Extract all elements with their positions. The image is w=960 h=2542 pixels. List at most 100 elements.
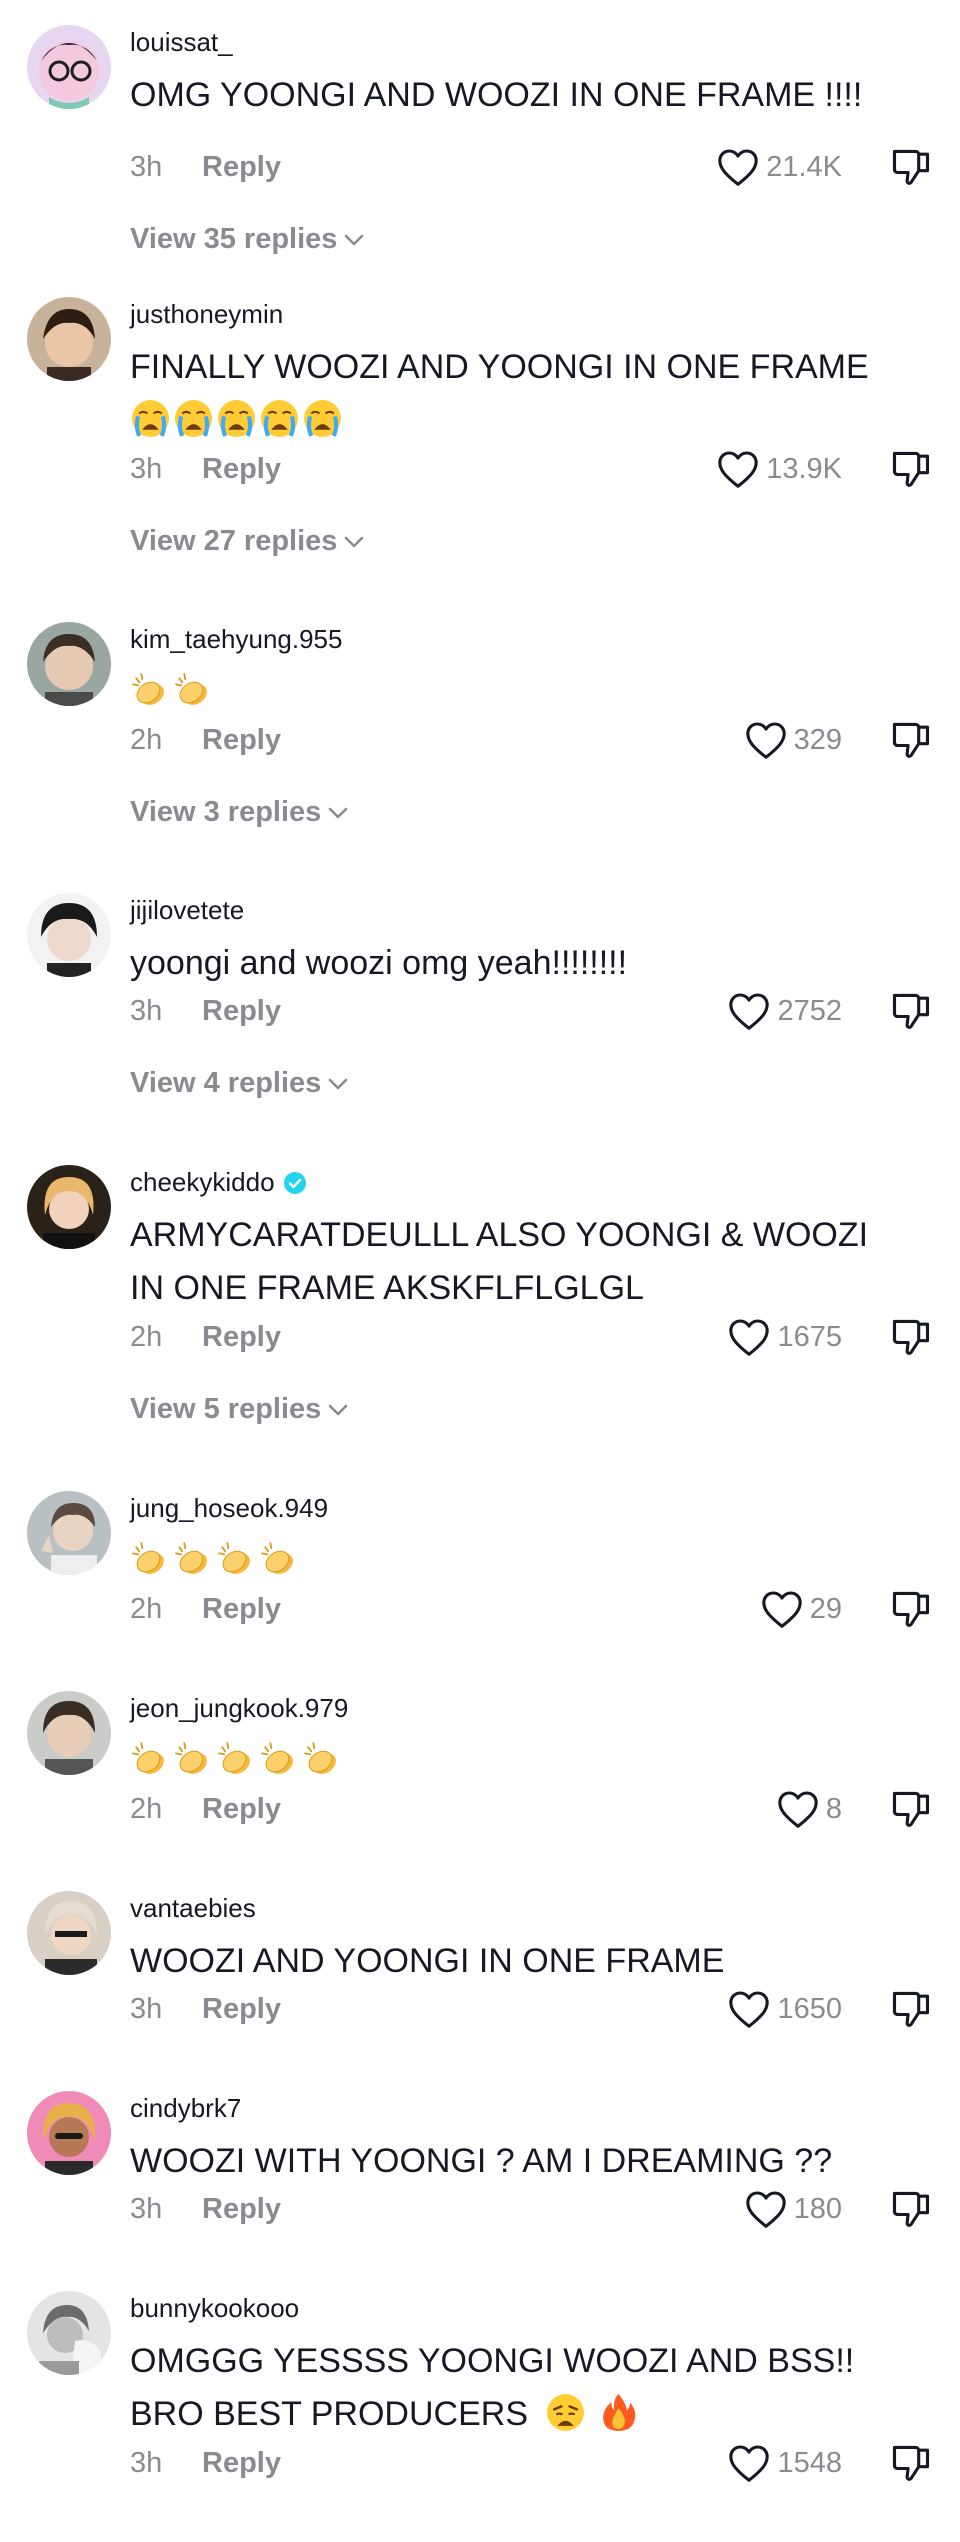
dislike-button[interactable]: [889, 989, 933, 1033]
thumbs-down-icon: [889, 1587, 933, 1631]
clapping-hands-emoji: [216, 1539, 257, 1580]
heart-icon: [776, 1789, 820, 1829]
emoji-row: [130, 1735, 910, 1780]
like-button[interactable]: 2752: [727, 989, 842, 1033]
dislike-button[interactable]: [889, 447, 933, 491]
view-replies-button[interactable]: View 3 replies: [130, 796, 349, 829]
reply-button[interactable]: Reply: [202, 151, 281, 184]
like-button[interactable]: 180: [744, 2187, 842, 2231]
emoji-row: [130, 394, 910, 439]
reply-button[interactable]: Reply: [202, 1993, 281, 2026]
emoji-row: [130, 666, 910, 711]
dislike-button[interactable]: [889, 1315, 933, 1359]
dislike-button[interactable]: [889, 1587, 933, 1631]
like-button[interactable]: 329: [744, 718, 842, 762]
dislike-button[interactable]: [889, 145, 933, 189]
avatar[interactable]: [27, 622, 111, 706]
comment-text: [130, 1735, 910, 1780]
clapping-hands-emoji: [173, 1739, 214, 1780]
username[interactable]: kim_taehyung.955: [130, 624, 342, 655]
comment-time: 3h: [130, 1992, 163, 2025]
like-button[interactable]: 1675: [727, 1315, 842, 1359]
like-button[interactable]: 13.9K: [716, 447, 842, 491]
like-count: 1675: [777, 1320, 842, 1353]
view-replies-button[interactable]: View 35 replies: [130, 223, 365, 256]
clapping-hands-emoji: [259, 1739, 300, 1780]
dislike-button[interactable]: [889, 2441, 933, 2485]
avatar[interactable]: [27, 1691, 111, 1775]
comment-time: 3h: [130, 150, 163, 183]
crying-face-emoji: [130, 398, 171, 439]
comment-time: 2h: [130, 1320, 163, 1353]
avatar[interactable]: [27, 1891, 111, 1975]
view-replies-label: View 35 replies: [130, 223, 338, 255]
dislike-button[interactable]: [889, 1987, 933, 2031]
clapping-hands-emoji: [259, 1539, 300, 1580]
thumbs-down-icon: [889, 1787, 933, 1831]
username[interactable]: jeon_jungkook.979: [130, 1693, 348, 1724]
view-replies-button[interactable]: View 5 replies: [130, 1393, 349, 1426]
username[interactable]: jung_hoseok.949: [130, 1493, 328, 1524]
avatar[interactable]: [27, 2291, 111, 2375]
clapping-hands-emoji: [173, 1539, 214, 1580]
like-button[interactable]: 1548: [727, 2441, 842, 2485]
like-button[interactable]: 21.4K: [716, 145, 842, 189]
dislike-button[interactable]: [889, 1787, 933, 1831]
clapping-hands-emoji: [302, 1739, 343, 1780]
comment-text-line: OMGGG YESSSS YOONGI WOOZI AND BSS!! BRO …: [130, 2342, 855, 2433]
like-button[interactable]: 29: [760, 1587, 842, 1631]
heart-icon: [727, 2443, 771, 2483]
like-button[interactable]: 1650: [727, 1987, 842, 2031]
avatar[interactable]: [27, 1165, 111, 1249]
like-count: 13.9K: [766, 452, 842, 485]
view-replies-label: View 27 replies: [130, 525, 338, 557]
clapping-hands-emoji: [130, 1739, 171, 1780]
dislike-button[interactable]: [889, 2187, 933, 2231]
dislike-button[interactable]: [889, 718, 933, 762]
reply-button[interactable]: Reply: [202, 1593, 281, 1626]
heart-icon: [744, 720, 788, 760]
clapping-hands-emoji: [216, 1739, 257, 1780]
avatar[interactable]: [27, 893, 111, 977]
comment-time: 2h: [130, 1592, 163, 1625]
reply-button[interactable]: Reply: [202, 453, 281, 486]
like-count: 329: [793, 723, 842, 756]
avatar[interactable]: [27, 25, 111, 109]
reply-button[interactable]: Reply: [202, 2447, 281, 2480]
username[interactable]: louissat_: [130, 27, 233, 58]
like-button[interactable]: 8: [776, 1787, 842, 1831]
comment-time: 2h: [130, 1792, 163, 1825]
avatar[interactable]: [27, 2091, 111, 2175]
username[interactable]: cheekykiddo: [130, 1167, 275, 1198]
chevron-down-icon: [343, 535, 365, 549]
clapping-hands-emoji: [130, 670, 171, 711]
avatar[interactable]: [27, 1491, 111, 1575]
reply-button[interactable]: Reply: [202, 2193, 281, 2226]
comment-time: 3h: [130, 994, 163, 1027]
username[interactable]: vantaebies: [130, 1893, 256, 1924]
heart-icon: [727, 1317, 771, 1357]
like-count: 2752: [777, 994, 842, 1027]
reply-button[interactable]: Reply: [202, 724, 281, 757]
like-count: 180: [793, 2192, 842, 2225]
reply-button[interactable]: Reply: [202, 1793, 281, 1826]
clapping-hands-emoji: [130, 1539, 171, 1580]
comment-list: louissat_ OMG YOONGI AND WOOZI IN ONE FR…: [0, 0, 960, 2542]
reply-button[interactable]: Reply: [202, 995, 281, 1028]
heart-icon: [716, 147, 760, 187]
crying-face-emoji: [216, 398, 257, 439]
view-replies-button[interactable]: View 27 replies: [130, 525, 365, 558]
username[interactable]: jijilovetete: [130, 895, 244, 926]
comment-text: OMG YOONGI AND WOOZI IN ONE FRAME !!!!: [130, 76, 863, 114]
username[interactable]: cindybrk7: [130, 2093, 241, 2124]
avatar[interactable]: [27, 297, 111, 381]
verified-badge-icon: [283, 1171, 307, 1195]
username[interactable]: justhoneymin: [130, 299, 283, 330]
comment-text: yoongi and woozi omg yeah!!!!!!!!: [130, 944, 628, 982]
view-replies-button[interactable]: View 4 replies: [130, 1067, 349, 1100]
username[interactable]: bunnykookooo: [130, 2293, 299, 2324]
comment-text: FINALLY WOOZI AND YOONGI IN ONE FRAME: [130, 341, 910, 439]
thumbs-down-icon: [889, 447, 933, 491]
fire-emoji: [598, 2392, 639, 2433]
reply-button[interactable]: Reply: [202, 1321, 281, 1354]
